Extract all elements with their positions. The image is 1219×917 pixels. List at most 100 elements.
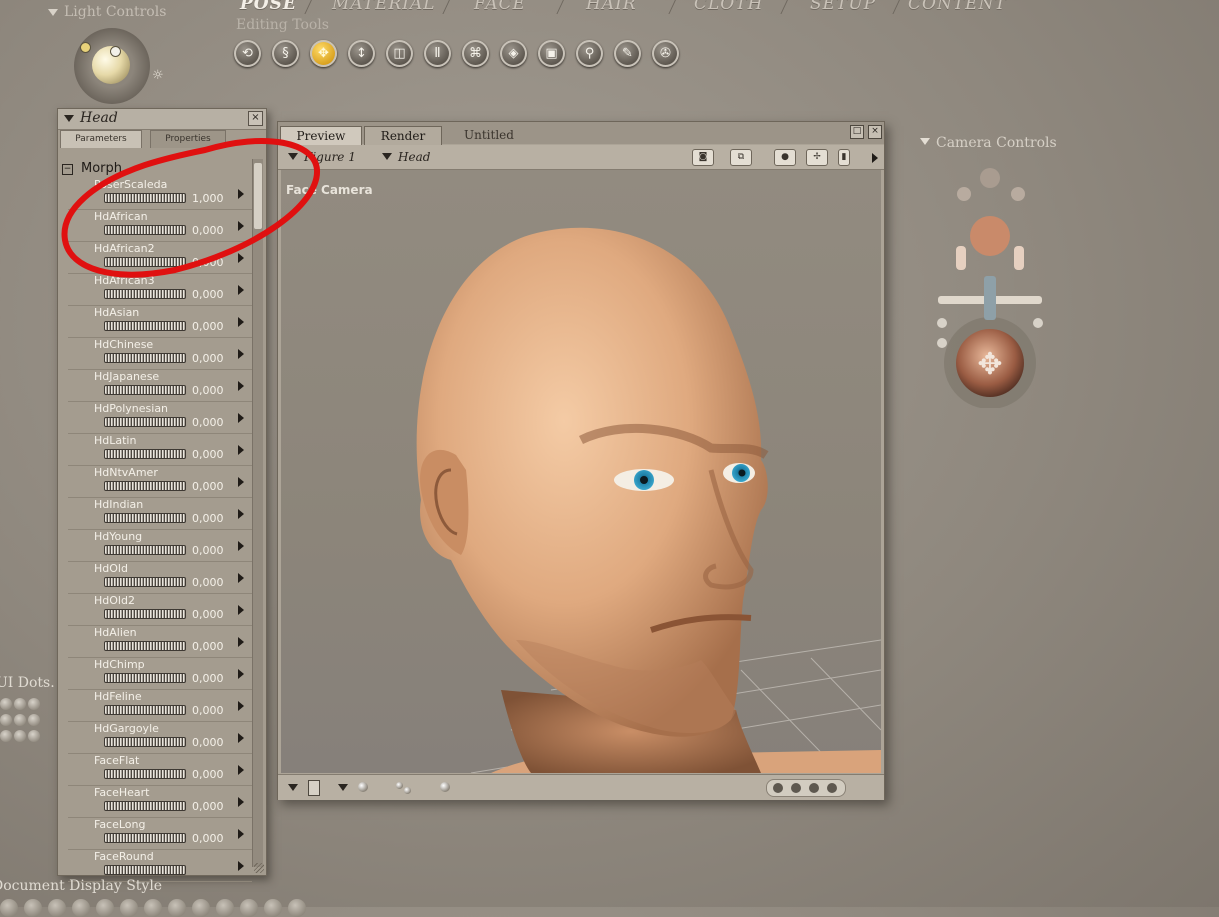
parameter-menu-arrow-icon[interactable] (238, 861, 244, 871)
parameter-menu-arrow-icon[interactable] (238, 477, 244, 487)
display-style-icon[interactable] (72, 899, 90, 917)
depth-dot-icon[interactable] (809, 783, 819, 793)
camera-dot-icon[interactable] (937, 338, 947, 348)
ui-dot-icon[interactable] (28, 698, 40, 710)
parameter-menu-arrow-icon[interactable] (238, 637, 244, 647)
parameter-value[interactable]: 0,000 (192, 800, 224, 813)
parameter-menu-arrow-icon[interactable] (238, 509, 244, 519)
ui-dot-icon[interactable] (14, 714, 26, 726)
chain-break-icon[interactable]: ⌘ (462, 40, 489, 67)
parameter-menu-arrow-icon[interactable] (238, 445, 244, 455)
parameter-dial[interactable] (104, 737, 186, 747)
tab-render[interactable]: Render (364, 126, 442, 145)
display-style-icon[interactable] (120, 899, 138, 917)
parameter-dial[interactable] (104, 705, 186, 715)
light-controls-label[interactable]: Light Controls (48, 4, 166, 20)
ui-dot-icon[interactable] (28, 714, 40, 726)
maximize-icon[interactable]: □ (850, 125, 864, 139)
ui-dot-icon[interactable] (0, 714, 12, 726)
display-style-icon[interactable] (264, 899, 282, 917)
tab-content[interactable]: CONTENT (908, 0, 1007, 14)
rotate-icon[interactable]: ⟲ (234, 40, 261, 67)
depth-dot-icon[interactable] (773, 783, 783, 793)
parameter-dial[interactable] (104, 545, 186, 555)
ui-dot-icon[interactable] (14, 730, 26, 742)
parameter-value[interactable]: 0,000 (192, 480, 224, 493)
ui-dot-icon[interactable] (28, 730, 40, 742)
tab-hair[interactable]: HAIR (586, 0, 637, 14)
parameter-dial[interactable] (104, 833, 186, 843)
parameter-menu-arrow-icon[interactable] (238, 573, 244, 583)
parameter-dial[interactable] (104, 577, 186, 587)
taper-icon[interactable]: Ⅱ (424, 40, 451, 67)
display-style-icon[interactable] (168, 899, 186, 917)
parameter-dial[interactable] (104, 449, 186, 459)
trackball-icon[interactable]: ● (774, 149, 796, 166)
parameter-menu-arrow-icon[interactable] (238, 829, 244, 839)
resize-handle-icon[interactable] (254, 863, 264, 873)
depth-dot-icon[interactable] (827, 783, 837, 793)
parameter-value[interactable]: 0,000 (192, 544, 224, 557)
display-style-icon[interactable] (192, 899, 210, 917)
direct-manipulation-icon[interactable]: ✇ (652, 40, 679, 67)
parameter-dial[interactable] (104, 801, 186, 811)
camera-controls-label[interactable]: Camera Controls (920, 135, 1057, 151)
close-icon[interactable]: × (868, 125, 882, 139)
camera-controls-widget[interactable]: ✥ (928, 158, 1058, 408)
parameter-value[interactable]: 0,000 (192, 512, 224, 525)
parameter-menu-arrow-icon[interactable] (238, 381, 244, 391)
parameter-value[interactable]: 0,000 (192, 832, 224, 845)
parameter-value[interactable]: 0,000 (192, 736, 224, 749)
parameter-menu-arrow-icon[interactable] (238, 413, 244, 423)
light-dot-icon[interactable] (80, 42, 91, 53)
head-camera-icon[interactable] (980, 168, 1000, 188)
depth-cue-controls[interactable] (766, 779, 846, 797)
depth-dot-icon[interactable] (791, 783, 801, 793)
parameter-menu-arrow-icon[interactable] (238, 541, 244, 551)
tab-setup[interactable]: SETUP (810, 0, 876, 14)
zoom-slider-icon[interactable]: ▮ (838, 149, 850, 166)
left-hand-icon[interactable] (957, 187, 971, 201)
parameter-value[interactable]: 0,000 (192, 672, 224, 685)
parameter-value[interactable]: 0,000 (192, 320, 224, 333)
camera-icon[interactable]: ◙ (692, 149, 714, 166)
dots-icon[interactable] (396, 782, 403, 789)
color-icon[interactable]: ◈ (500, 40, 527, 67)
parameter-menu-arrow-icon[interactable] (238, 317, 244, 327)
window-mode-icon[interactable]: ⧉ (730, 149, 752, 166)
move-xy-icon[interactable]: ✢ (806, 149, 828, 166)
parameter-dial[interactable] (104, 289, 186, 299)
morphing-tool-icon[interactable]: ✎ (614, 40, 641, 67)
parameter-dial[interactable] (104, 321, 186, 331)
display-style-icon[interactable] (216, 899, 234, 917)
parameter-dial[interactable] (104, 641, 186, 651)
move-y-icon[interactable] (984, 276, 996, 320)
scale-icon[interactable]: ◫ (386, 40, 413, 67)
parameter-dial[interactable] (104, 513, 186, 523)
parameter-dial[interactable] (104, 865, 186, 875)
parameter-value[interactable]: 0,000 (192, 608, 224, 621)
twist-icon[interactable]: § (272, 40, 299, 67)
dots-icon[interactable] (404, 787, 411, 794)
parameter-value[interactable]: 0,000 (192, 768, 224, 781)
parameter-dial[interactable] (104, 609, 186, 619)
display-style-icon[interactable] (48, 899, 66, 917)
parameter-dial[interactable] (104, 673, 186, 683)
parameter-menu-arrow-icon[interactable] (238, 797, 244, 807)
display-style-icon[interactable] (288, 899, 306, 917)
camera-dot-icon[interactable] (1033, 318, 1043, 328)
tab-pose[interactable]: POSE (240, 0, 297, 14)
parameter-value[interactable]: 0,000 (192, 704, 224, 717)
parameter-value[interactable]: 0,000 (192, 352, 224, 365)
parameter-value[interactable]: 0,000 (192, 576, 224, 589)
parameter-dial[interactable] (104, 353, 186, 363)
parameter-value[interactable]: 0,000 (192, 448, 224, 461)
camera-dot-icon[interactable] (937, 318, 947, 328)
tab-material[interactable]: MATERIAL (332, 0, 436, 14)
ui-dot-icon[interactable] (0, 730, 12, 742)
parameter-value[interactable]: 0,000 (192, 384, 224, 397)
parameter-dial[interactable] (104, 769, 186, 779)
display-style-icon[interactable] (0, 899, 18, 917)
parameter-menu-arrow-icon[interactable] (238, 349, 244, 359)
parameter-value[interactable]: 0,000 (192, 640, 224, 653)
